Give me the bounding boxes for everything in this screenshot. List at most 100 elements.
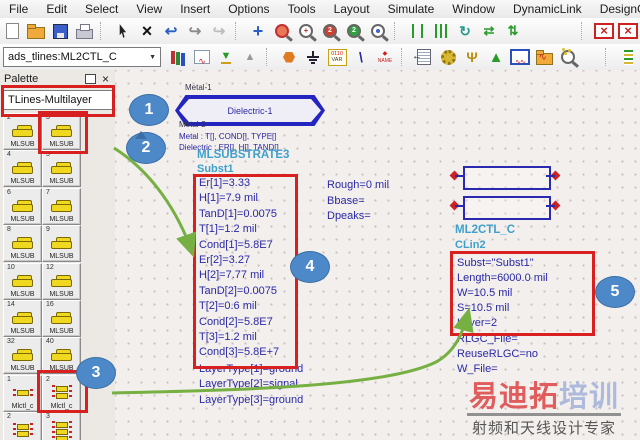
insert-wire-icon[interactable]: \	[350, 46, 372, 68]
ml2ctl-instance[interactable]: CLin2	[455, 239, 486, 251]
palette-item-mlsub-16[interactable]: 16 MLSUB	[42, 300, 81, 337]
open-icon[interactable]	[25, 20, 47, 42]
deactivate-short-icon[interactable]	[617, 20, 639, 42]
coupled-line-symbol-1[interactable]	[463, 166, 551, 190]
palette-item-mlctl_c-1[interactable]: 1 Mlctl_c	[3, 374, 42, 412]
component-combo[interactable]: ads_tlines:ML2CTL_C ▼	[3, 47, 161, 67]
component-library-icon[interactable]	[167, 46, 189, 68]
menu-dynamiclink[interactable]: DynamicLink	[504, 1, 591, 17]
palette-item-mlsub-40[interactable]: 40 MLSUB	[42, 337, 81, 375]
component-icon	[11, 159, 34, 177]
param-line: TanD[2]=0.0075	[199, 284, 277, 297]
new-file-icon[interactable]	[1, 20, 23, 42]
substrate-roughness-params[interactable]: Rough=0 mil Bbase= Dpeaks=	[327, 178, 389, 225]
palette-item-mlsub-9[interactable]: 9 MLSUB	[42, 225, 81, 263]
em-setup-icon[interactable]	[557, 46, 579, 68]
palette-item-number: 4	[7, 151, 11, 159]
menu-insert[interactable]: Insert	[171, 1, 219, 17]
layer-list-icon-glyph	[623, 49, 633, 65]
mlsubstrate3-params[interactable]: Er[1]=3.33 H[1]=7.9 mil TanD[1]=0.0075 T[1]…	[199, 176, 279, 361]
display-template-icon[interactable]	[191, 46, 213, 68]
menu-window[interactable]: Window	[443, 1, 504, 17]
tune-icon-glyph: Ψ	[466, 49, 478, 65]
align-horizontal-icon[interactable]	[406, 20, 428, 42]
delete-icon[interactable]: ×	[136, 20, 158, 42]
palette-item-mlsub-3[interactable]: 3 MLSUB	[42, 113, 81, 150]
menu-file[interactable]: File	[0, 1, 37, 17]
deactivate-icon[interactable]	[593, 20, 615, 42]
tune-icon[interactable]: Ψ	[461, 46, 483, 68]
palette-item-mlsub-8[interactable]: 8 MLSUB	[3, 225, 42, 263]
pop-hierarchy-icon[interactable]: ▲	[239, 46, 261, 68]
mirror-x-icon[interactable]: ⇄	[478, 20, 500, 42]
ground-icon[interactable]	[302, 46, 324, 68]
pan-icon[interactable]: +	[247, 20, 269, 42]
palette-item-mlsub-10[interactable]: 10 MLSUB	[3, 262, 42, 300]
palette-item-mlsub-14[interactable]: 14 MLSUB	[3, 300, 42, 337]
palette-item-mlctl_c-2[interactable]: 2 Mlctl_c	[42, 374, 81, 412]
palette-item-number: 3	[46, 114, 50, 121]
ml2ctl-name[interactable]: ML2CTL_C	[455, 224, 515, 236]
palette-item-label: MLSUB	[10, 365, 35, 373]
layer-list-icon[interactable]	[617, 46, 639, 68]
data-display-icon[interactable]	[533, 46, 555, 68]
palette-item-mlctl_e-2[interactable]: 2Mlctl_e	[3, 412, 42, 440]
mlsubstrate3-name[interactable]: MLSUBSTRATE3	[197, 149, 289, 161]
wire-name-icon[interactable]	[374, 46, 396, 68]
mlsub-icon	[11, 162, 34, 175]
palette-item-mlsub-7[interactable]: 7 MLSUB	[42, 187, 81, 225]
plot-icon[interactable]	[509, 46, 531, 68]
menu-simulate[interactable]: Simulate	[379, 1, 444, 17]
optimize-icon[interactable]: ▲	[485, 46, 507, 68]
palette-item-mlsub-12[interactable]: 12 MLSUB	[42, 262, 81, 300]
var-icon[interactable]	[326, 46, 348, 68]
redo-all-icon-glyph: ↪	[212, 23, 226, 40]
menu-options[interactable]: Options	[219, 1, 278, 17]
param-line: Cond[2]=5.8E7	[199, 315, 273, 328]
ml2ctl-params[interactable]: Subst="Subst1" Length=6000.0 mil W=10.5 mi…	[457, 256, 548, 331]
mlsubstrate3-instance[interactable]: Subst1	[197, 163, 234, 175]
redo-icon[interactable]: ↪	[184, 20, 206, 42]
palette-item-mlsub-5[interactable]: 5 MLSUB	[42, 150, 81, 188]
palette-category-combo[interactable]: TLines-Multilayer	[3, 90, 115, 110]
rotate-icon[interactable]: ↻	[454, 20, 476, 42]
netlist-icon[interactable]	[412, 46, 435, 68]
ml2ctl-file-params[interactable]: RLGC_File= ReuseRLGC=no W_File=	[457, 332, 538, 377]
palette-item-mlsub-2[interactable]: 2 MLSUB	[3, 113, 42, 150]
palette-item-mlsub-6[interactable]: 6 MLSUB	[3, 187, 42, 225]
menu-edit[interactable]: Edit	[37, 1, 76, 17]
save-icon[interactable]	[49, 20, 71, 42]
undo-icon[interactable]: ↩	[160, 20, 182, 42]
palette-item-mlsub-4[interactable]: 4 MLSUB	[3, 150, 42, 188]
mlsubstrate3-layer-params[interactable]: LayerType[1]=ground LayerType[2]=signal La…	[199, 362, 303, 408]
param-line: H[1]=7.9 mil	[199, 192, 258, 205]
align-vertical-icon[interactable]	[430, 20, 452, 42]
menu-layout[interactable]: Layout	[325, 1, 379, 17]
menu-tools[interactable]: Tools	[279, 1, 325, 17]
palette-item-number: 10	[7, 263, 15, 271]
menu-select[interactable]: Select	[76, 1, 127, 17]
float-panel-icon[interactable]	[84, 73, 96, 84]
param-line: ReuseRLGC=no	[457, 348, 539, 360]
push-hierarchy-icon[interactable]: ▼	[215, 46, 237, 68]
zoom-in-2x-icon[interactable]	[319, 20, 341, 42]
simulation-settings-icon[interactable]	[437, 46, 459, 68]
print-icon[interactable]	[73, 20, 95, 42]
zoom-out-2x-icon[interactable]	[343, 20, 365, 42]
insert-pin-icon[interactable]	[278, 46, 300, 68]
zoom-in-icon[interactable]	[295, 20, 317, 42]
zoom-select-icon[interactable]	[367, 20, 389, 42]
zoom-area-icon[interactable]	[271, 20, 293, 42]
menu-designguide[interactable]: DesignGuide	[591, 1, 640, 17]
palette-item-label: MLSUB	[49, 328, 74, 335]
redo-all-icon[interactable]: ↪	[208, 20, 230, 42]
pointer-icon[interactable]	[112, 20, 134, 42]
mirror-y-icon[interactable]: ⇅	[502, 20, 524, 42]
palette-item-mlctl_o-3[interactable]: 3Mlctl_o	[42, 412, 81, 440]
palette-item-mlsub-32[interactable]: 32 MLSUB	[3, 337, 42, 375]
param-line: Length=6000.0 mil	[457, 272, 548, 284]
menu-view[interactable]: View	[127, 1, 171, 17]
close-panel-icon[interactable]: ×	[102, 73, 109, 85]
param-line: Cond[1]=5.8E7	[199, 238, 273, 251]
coupled-line-symbol-2[interactable]	[463, 196, 551, 220]
